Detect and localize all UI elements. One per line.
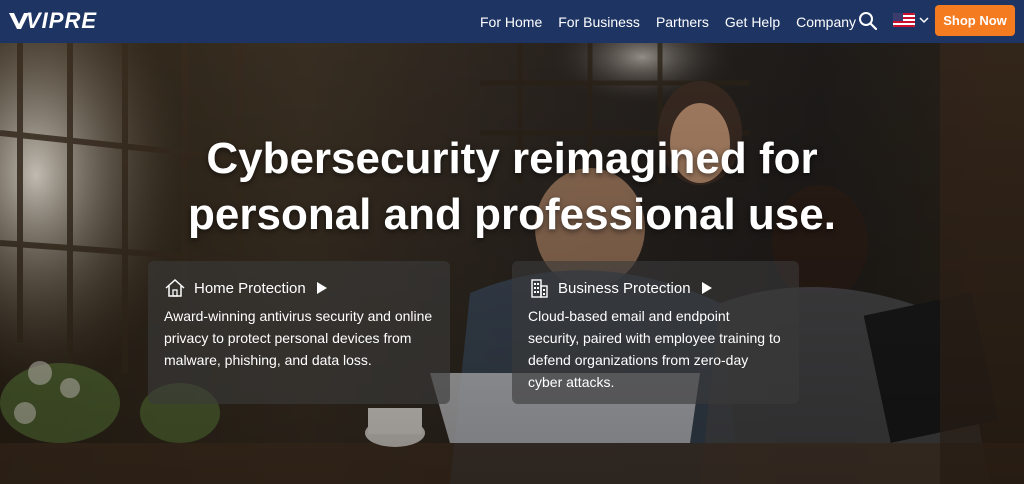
building-icon bbox=[531, 279, 548, 298]
play-arrow-icon bbox=[701, 282, 712, 294]
top-navbar: VIPRE For Home For Business Partners Get… bbox=[0, 0, 1024, 43]
hero-title: Cybersecurity reimagined for personal an… bbox=[0, 131, 1024, 243]
home-protection-title: Home Protection bbox=[194, 279, 306, 297]
search-icon bbox=[859, 12, 878, 31]
vipre-logo[interactable]: VIPRE bbox=[8, 8, 98, 33]
shop-now-button[interactable]: Shop Now bbox=[935, 5, 1015, 36]
search-button[interactable] bbox=[858, 11, 878, 31]
nav-company[interactable]: Company bbox=[796, 14, 856, 30]
nav-partners[interactable]: Partners bbox=[656, 14, 709, 30]
chevron-down-icon bbox=[919, 17, 929, 24]
play-arrow-icon bbox=[316, 282, 327, 294]
us-flag-icon bbox=[893, 13, 915, 27]
home-protection-header: Home Protection bbox=[164, 276, 434, 300]
main-nav: For Home For Business Partners Get Help … bbox=[480, 0, 872, 43]
business-protection-description: Cloud-based email and endpoint security,… bbox=[528, 308, 781, 390]
house-icon bbox=[165, 278, 185, 297]
hero-section: Cybersecurity reimagined for personal an… bbox=[0, 43, 1024, 484]
business-protection-title: Business Protection bbox=[558, 279, 691, 297]
nav-get-help[interactable]: Get Help bbox=[725, 14, 780, 30]
hero-title-line1: Cybersecurity reimagined for bbox=[206, 134, 818, 183]
business-protection-header: Business Protection bbox=[528, 276, 783, 300]
nav-for-business[interactable]: For Business bbox=[558, 14, 640, 30]
language-selector[interactable] bbox=[893, 13, 929, 27]
home-protection-description: Award-winning antivirus security and onl… bbox=[164, 308, 433, 368]
business-protection-card[interactable]: Business Protection Cloud-based email an… bbox=[512, 261, 799, 404]
nav-for-home[interactable]: For Home bbox=[480, 14, 542, 30]
logo-text: VIPRE bbox=[26, 8, 98, 33]
hero-title-line2: personal and professional use. bbox=[188, 190, 836, 239]
home-protection-card[interactable]: Home Protection Award-winning antivirus … bbox=[148, 261, 450, 404]
